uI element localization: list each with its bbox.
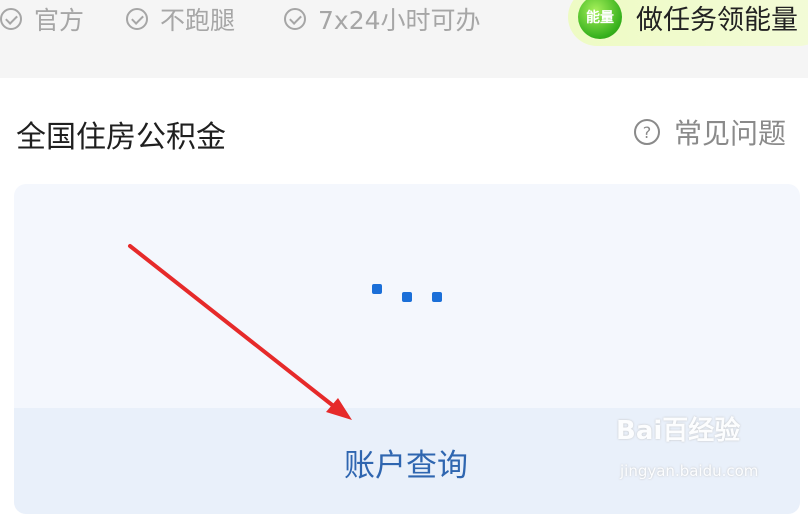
watermark-logo: Bai百经验 xyxy=(616,416,741,446)
watermark-url: jingyan.baidu.com xyxy=(620,462,759,480)
